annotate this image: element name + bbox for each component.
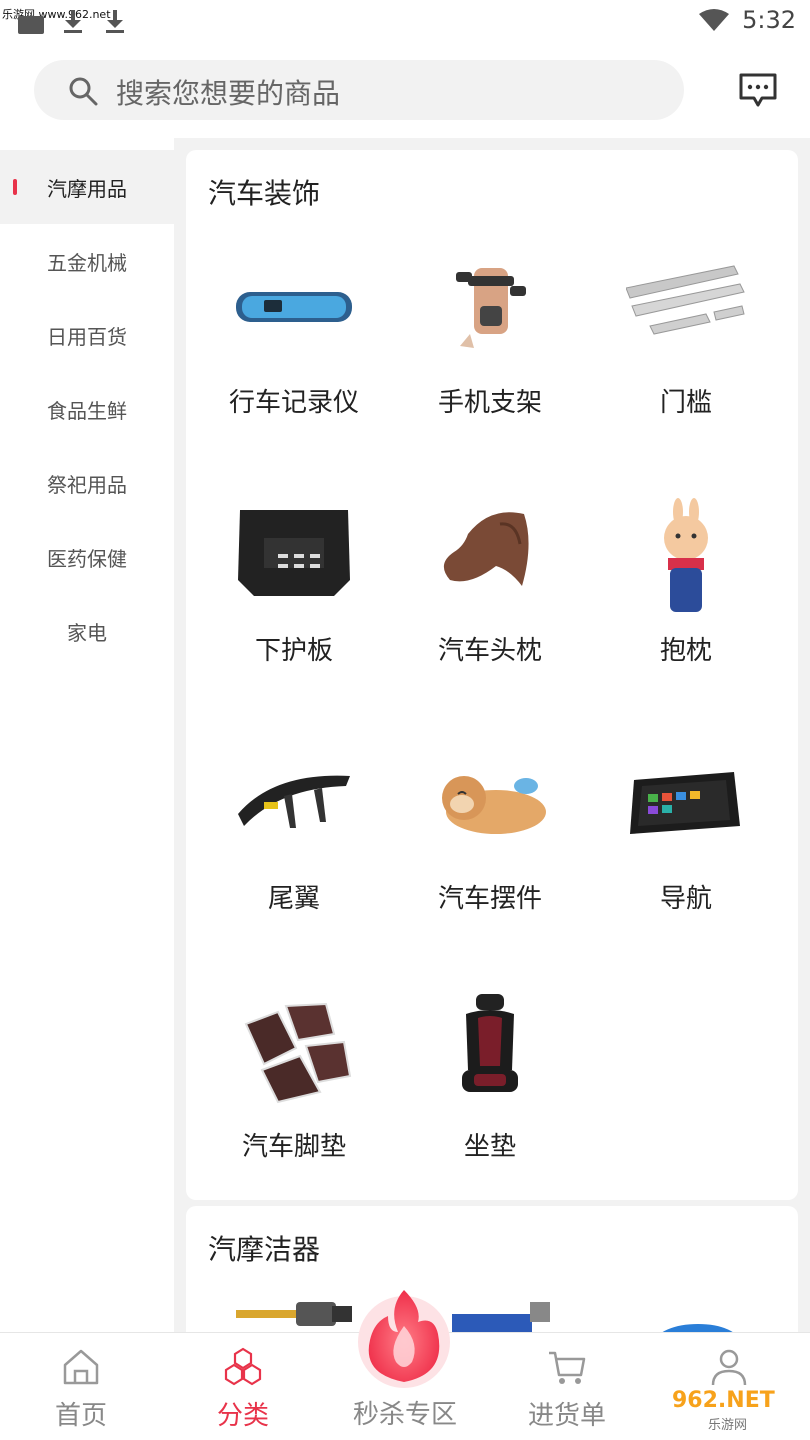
sidebar-item-label: 食品生鲜 bbox=[47, 398, 127, 423]
flash-sale-button[interactable] bbox=[348, 1282, 460, 1394]
section-title: 汽摩洁器 bbox=[208, 1233, 321, 1266]
cart-icon bbox=[549, 1351, 586, 1384]
category-item[interactable]: 手机支架 bbox=[392, 230, 588, 478]
watermark-logo: 962.NET 乐游网 bbox=[672, 1388, 806, 1436]
sidebar-item-hardware[interactable]: 五金机械 bbox=[0, 224, 174, 298]
dash-cam-mirror-icon bbox=[236, 292, 352, 322]
category-item[interactable]: 行车记录仪 bbox=[196, 230, 392, 478]
phone-holder-icon bbox=[456, 268, 526, 348]
section-title: 汽车装饰 bbox=[208, 177, 321, 210]
notification-icons bbox=[18, 8, 128, 34]
download-icon bbox=[64, 10, 82, 33]
category-section-car-cleaning: 汽摩洁器 bbox=[186, 1206, 798, 1346]
flame-icon bbox=[358, 1290, 450, 1388]
pressure-washer-gun-icon bbox=[236, 1302, 352, 1326]
nav-item-home[interactable]: 首页 bbox=[0, 1333, 162, 1440]
item-label: 尾翼 bbox=[267, 884, 320, 914]
headrest-pillow-icon bbox=[443, 512, 529, 586]
category-section-car-decor: 汽车装饰 行车记录仪 手机支架 门槛 下护板 汽车头枕 抱枕 尾翼 汽车摆件 导… bbox=[186, 150, 798, 1200]
header: 搜索您想要的商品 bbox=[0, 44, 810, 138]
item-label: 汽车头枕 bbox=[437, 636, 542, 666]
download-icon bbox=[106, 10, 124, 33]
category-item[interactable]: 下护板 bbox=[196, 478, 392, 726]
sidebar-item-label: 家电 bbox=[67, 620, 107, 645]
category-icon bbox=[224, 1347, 262, 1386]
door-sill-strips-icon bbox=[626, 265, 745, 335]
search-placeholder: 搜索您想要的商品 bbox=[116, 77, 341, 110]
category-item[interactable]: 汽车脚垫 bbox=[196, 974, 392, 1200]
category-item[interactable]: 门槛 bbox=[588, 230, 784, 478]
screen-icon bbox=[18, 8, 44, 34]
car-floor-mats-icon bbox=[244, 1002, 352, 1104]
sidebar-item-label: 汽摩用品 bbox=[47, 176, 127, 201]
sidebar-item-label: 祭祀用品 bbox=[47, 472, 127, 497]
clock: 5:32 bbox=[742, 6, 796, 34]
category-sidebar: 汽摩用品 五金机械 日用百货 食品生鲜 祭祀用品 医药保健 家电 bbox=[0, 138, 174, 1332]
item-label: 汽车脚垫 bbox=[241, 1132, 346, 1162]
item-label: 门槛 bbox=[659, 388, 712, 418]
flash-sale-label: 秒杀专区 bbox=[352, 1400, 457, 1430]
sidebar-item-daily-goods[interactable]: 日用百货 bbox=[0, 298, 174, 372]
category-item[interactable]: 汽车头枕 bbox=[392, 478, 588, 726]
status-right: 5:32 bbox=[698, 6, 796, 34]
category-item[interactable]: 尾翼 bbox=[196, 726, 392, 974]
search-icon bbox=[69, 77, 98, 106]
status-bar: 乐游网 www.962.net 5:32 bbox=[0, 0, 810, 44]
item-label: 抱枕 bbox=[659, 636, 712, 666]
home-icon bbox=[63, 1349, 99, 1385]
nav-label: 进货单 bbox=[527, 1401, 606, 1431]
category-item[interactable]: 汽车摆件 bbox=[392, 726, 588, 974]
user-icon bbox=[711, 1349, 747, 1386]
app-screen: 乐游网 www.962.net 5:32 搜索您想要的商品 汽摩用品 五金机械 … bbox=[0, 0, 810, 1440]
category-item[interactable]: 抱枕 bbox=[588, 478, 784, 726]
sleeping-bear-ornament-icon bbox=[442, 776, 546, 834]
sidebar-item-label: 日用百货 bbox=[47, 324, 127, 349]
nav-item-cart[interactable]: 进货单 bbox=[486, 1333, 648, 1440]
item-label: 下护板 bbox=[254, 636, 333, 666]
sidebar-item-fresh-food[interactable]: 食品生鲜 bbox=[0, 372, 174, 446]
sidebar-item-appliances[interactable]: 家电 bbox=[0, 594, 174, 668]
wifi-icon bbox=[699, 9, 730, 31]
nav-label: 首页 bbox=[54, 1401, 107, 1431]
engine-skid-plate-icon bbox=[238, 510, 350, 596]
sidebar-item-auto-moto[interactable]: 汽摩用品 bbox=[0, 150, 174, 224]
message-icon[interactable] bbox=[738, 72, 778, 108]
item-label: 汽车摆件 bbox=[437, 884, 542, 914]
bunny-pillow-icon bbox=[664, 498, 708, 612]
category-item[interactable]: 坐垫 bbox=[392, 974, 588, 1200]
item-label: 坐垫 bbox=[463, 1132, 516, 1162]
item-label: 手机支架 bbox=[437, 388, 542, 418]
active-marker bbox=[13, 179, 17, 195]
navigation-device-icon bbox=[630, 772, 740, 834]
rear-spoiler-icon bbox=[238, 775, 350, 828]
seat-cushion-icon bbox=[462, 994, 518, 1092]
category-item[interactable]: 导航 bbox=[588, 726, 784, 974]
watermark-logo-sub: 乐游网 bbox=[708, 1418, 748, 1433]
sidebar-item-health[interactable]: 医药保健 bbox=[0, 520, 174, 594]
item-label: 行车记录仪 bbox=[228, 388, 359, 418]
sidebar-item-label: 五金机械 bbox=[47, 250, 127, 275]
item-label: 导航 bbox=[659, 884, 712, 914]
sidebar-item-label: 医药保健 bbox=[47, 546, 127, 571]
search-input[interactable]: 搜索您想要的商品 bbox=[34, 60, 684, 120]
watermark-logo-text: 962.NET bbox=[672, 1388, 775, 1413]
nav-label: 分类 bbox=[216, 1401, 269, 1431]
sidebar-item-worship[interactable]: 祭祀用品 bbox=[0, 446, 174, 520]
nav-item-category[interactable]: 分类 bbox=[162, 1333, 324, 1440]
